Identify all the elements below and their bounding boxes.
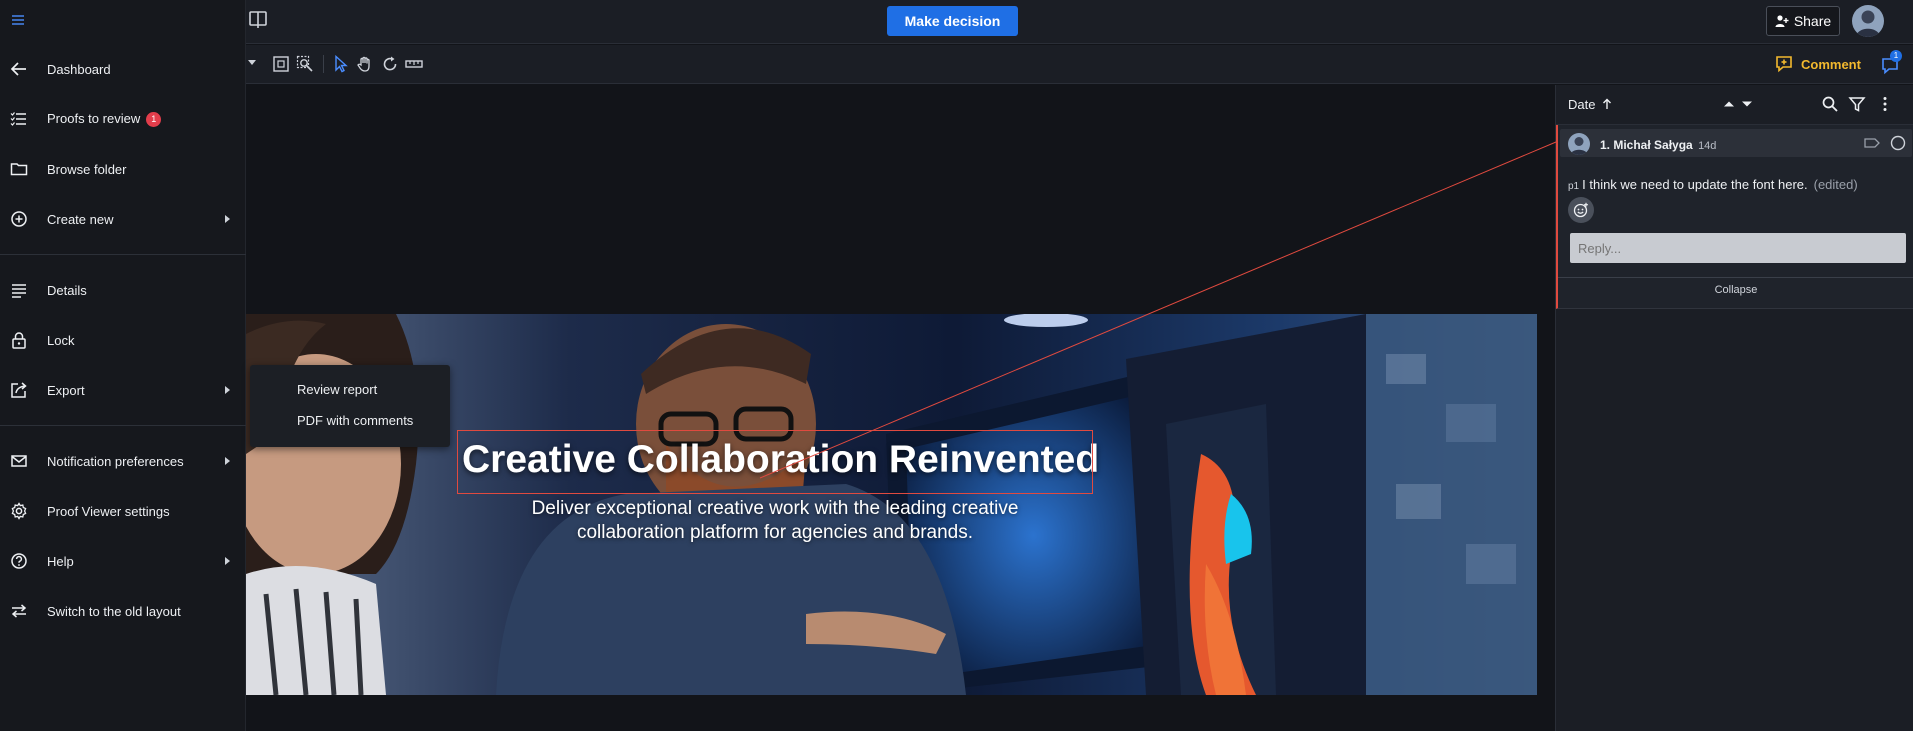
sort-by-date[interactable]: Date [1568,97,1612,112]
tag-icon[interactable] [1864,136,1880,150]
sidebar-item-label: Details [47,282,87,298]
split-view-icon[interactable] [248,10,268,30]
sidebar-item-label: Browse folder [47,161,127,177]
sidebar-item-dashboard[interactable]: Dashboard [0,49,246,89]
sidebar-item-notification-preferences[interactable]: Notification preferences [0,441,246,481]
sidebar-item-proof-viewer-settings[interactable]: Proof Viewer settings [0,491,246,531]
comment-header: 1. Michał Sałyga 14d [1560,129,1912,157]
toolbar-divider [323,55,324,73]
mail-icon [10,452,28,470]
sidebar-item-proofs-to-review[interactable]: Proofs to review 1 [0,99,246,139]
filter-icon[interactable] [1848,95,1866,113]
sidebar-item-label: Proofs to review 1 [47,111,162,127]
sidebar-item-help[interactable]: Help [0,541,246,581]
add-reaction-button[interactable] [1568,197,1594,223]
chevron-right-icon [225,457,230,465]
next-comment-icon[interactable] [1738,95,1756,113]
arrow-left-icon [10,60,28,78]
ruler-icon[interactable] [405,55,423,73]
submenu-pdf-with-comments[interactable]: PDF with comments [297,413,413,428]
zoom-area-icon[interactable] [296,55,314,73]
chevron-right-icon [225,557,230,565]
export-icon [10,381,28,399]
resolve-circle-icon[interactable] [1890,135,1906,151]
comment-button[interactable]: Comment [1775,53,1861,75]
comment-count-badge: 1 [1890,50,1902,62]
details-lines-icon [10,281,28,299]
sidebar-item-label: Dashboard [47,61,111,77]
sidebar-item-label: Switch to the old layout [47,603,181,619]
sidebar-item-create-new[interactable]: Create new [0,199,246,239]
sidebar-item-export[interactable]: Export [0,370,246,410]
add-user-icon [1775,15,1789,27]
fit-to-screen-icon[interactable] [272,55,290,73]
sidebar-divider [0,254,246,255]
image-subline: Deliver exceptional creative work with t… [531,498,1019,543]
annotation-box[interactable] [457,430,1093,494]
share-button[interactable]: Share [1766,6,1840,36]
main-menu-sidebar: Dashboard Proofs to review 1 Browse folde… [0,0,246,731]
user-avatar[interactable] [1852,5,1884,37]
submenu-review-report[interactable]: Review report [297,382,377,397]
make-decision-button[interactable]: Make decision [887,6,1018,36]
sort-label: Date [1568,97,1596,112]
author-name: 1. Michał Sałyga [1600,138,1693,152]
sidebar-item-label: Help [47,553,74,569]
checklist-icon [10,110,28,128]
comment-label: Comment [1801,56,1861,72]
edited-label: (edited) [1813,177,1858,192]
comments-panel: Date 1. Michał Sałyga 14d p1 I think we … [1555,85,1913,731]
comment-age: 14d [1698,140,1717,152]
add-comment-icon [1776,56,1792,73]
sidebar-item-switch-layout[interactable]: Switch to the old layout [0,591,246,631]
help-circle-icon [10,552,28,570]
hand-pan-icon[interactable] [356,55,374,73]
collapse-button[interactable]: Collapse [1558,284,1913,296]
rotate-icon[interactable] [381,55,399,73]
comment-card[interactable]: 1. Michał Sałyga 14d p1 I think we need t… [1556,125,1913,309]
more-options-icon[interactable] [1876,95,1894,113]
proofs-count-badge: 1 [146,112,162,127]
plus-circle-icon [10,210,28,228]
chevron-down-icon[interactable] [248,60,256,65]
gear-icon [10,502,28,520]
pointer-icon[interactable] [332,55,350,73]
comment-page-number: p1 [1568,181,1580,192]
arrow-up-icon [1603,98,1612,109]
reply-input[interactable] [1570,233,1906,263]
export-submenu: Review report PDF with comments [250,365,450,447]
chevron-right-icon [225,215,230,223]
sidebar-divider [0,425,246,426]
switch-layout-icon [10,602,28,620]
sidebar-item-browse-folder[interactable]: Browse folder [0,149,246,189]
emoji-icon [1573,202,1588,218]
sidebar-item-label: Lock [47,332,75,348]
comment-text: p1 I think we need to update the font her… [1568,177,1858,192]
share-label: Share [1793,13,1832,29]
sidebar-item-label: Create new [47,211,114,227]
chevron-right-icon [225,386,230,394]
proofs-label: Proofs to review [47,111,141,126]
comments-panel-header: Date [1556,85,1913,125]
sidebar-item-lock[interactable]: Lock [0,320,246,360]
comment-author: 1. Michał Sałyga 14d [1600,138,1716,152]
commenter-avatar [1568,133,1590,155]
sidebar-item-label: Notification preferences [47,453,184,469]
sidebar-item-label: Export [47,382,85,398]
lock-icon [10,331,28,349]
collapse-divider [1558,277,1913,278]
folder-icon [10,160,28,178]
hamburger-menu-icon[interactable] [10,12,26,28]
sidebar-item-label: Proof Viewer settings [47,503,170,519]
previous-comment-icon[interactable] [1720,95,1738,113]
sidebar-item-details[interactable]: Details [0,270,246,310]
search-icon[interactable] [1821,95,1839,113]
comment-message: I think we need to update the font here. [1582,177,1808,192]
